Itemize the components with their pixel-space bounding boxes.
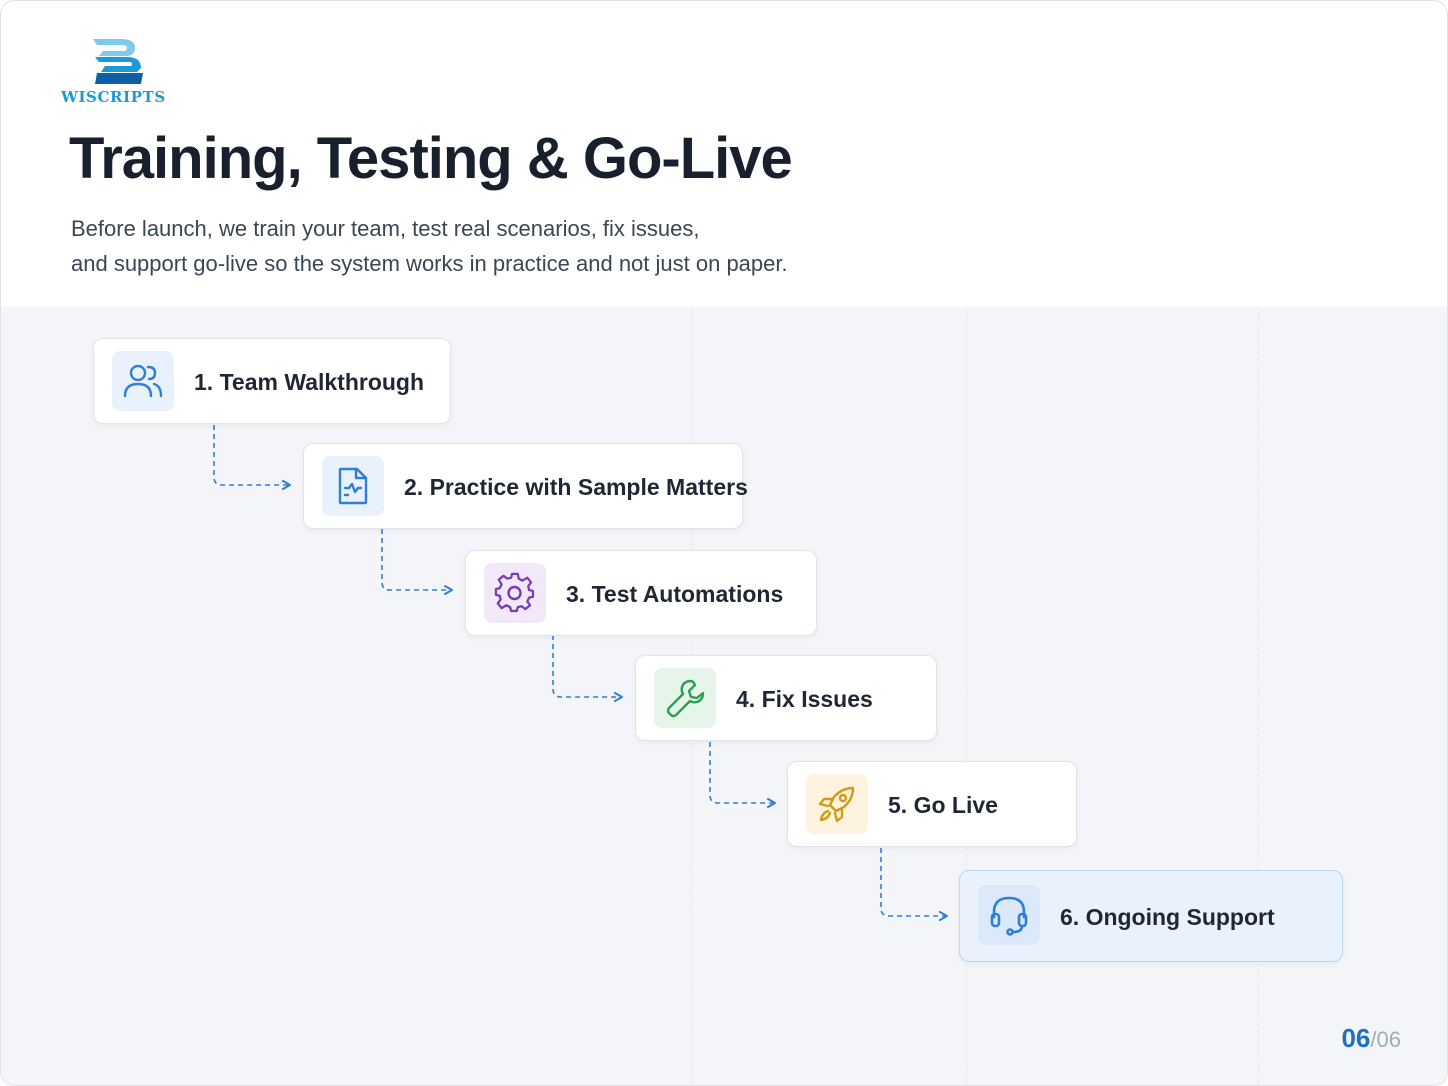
subtitle-line-1: Before launch, we train your team, test … <box>71 216 700 241</box>
brand-logo: WISCRIPTS <box>61 37 185 109</box>
step-label: 5. Go Live <box>888 792 998 818</box>
step-fix-issues: 4. Fix Issues <box>635 655 937 741</box>
slide: WISCRIPTS Training, Testing & Go-Live Be… <box>0 0 1448 1086</box>
step-5-icon-box <box>806 774 868 834</box>
step-label: 2. Practice with Sample Matters <box>404 474 748 500</box>
step-label: 6. Ongoing Support <box>1060 904 1275 930</box>
users-icon <box>123 364 163 398</box>
total-pages: 06 <box>1376 1027 1401 1052</box>
brand-name: WISCRIPTS <box>61 88 166 106</box>
step-1-icon-box <box>112 351 174 411</box>
document-icon <box>338 467 368 505</box>
headset-icon <box>990 896 1028 936</box>
step-go-live: 5. Go Live <box>787 761 1077 847</box>
current-page: 06 <box>1341 1023 1371 1053</box>
page-title: Training, Testing & Go-Live <box>69 126 793 191</box>
step-4-icon-box <box>654 668 716 728</box>
step-test-automations: 3. Test Automations <box>465 550 817 636</box>
step-practice-sample-matters: 2. Practice with Sample Matters <box>303 443 748 529</box>
page-indicator: 06/06 <box>1341 1023 1401 1054</box>
step-3-icon-box <box>484 563 546 623</box>
gear-icon <box>494 572 535 613</box>
rocket-icon <box>818 786 855 823</box>
step-ongoing-support: 6. Ongoing Support <box>959 870 1343 962</box>
step-6-icon-box <box>978 885 1040 945</box>
step-label: 1. Team Walkthrough <box>194 369 425 395</box>
subtitle-line-2: and support go-live so the system works … <box>71 251 788 276</box>
page-subtitle: Before launch, we train your team, test … <box>71 211 971 281</box>
wrench-icon <box>666 679 705 718</box>
wiscripts-logo-icon <box>93 39 143 84</box>
step-team-walkthrough: 1. Team Walkthrough <box>93 338 451 424</box>
step-2-icon-box <box>322 456 384 516</box>
step-label: 3. Test Automations <box>566 581 784 607</box>
grid-line <box>1258 307 1259 1085</box>
step-label: 4. Fix Issues <box>736 686 873 712</box>
grid-line <box>966 307 967 1085</box>
